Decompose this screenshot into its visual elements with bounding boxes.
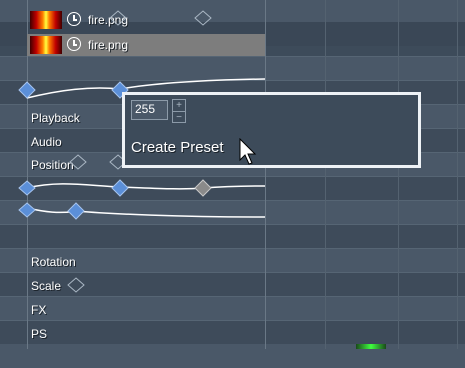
spin-down-button[interactable]: − bbox=[173, 111, 185, 123]
keyframe-outline[interactable] bbox=[69, 154, 87, 170]
keyframe-outline[interactable] bbox=[194, 10, 212, 26]
keyframe-active[interactable] bbox=[18, 202, 36, 218]
preset-popup: 255 + − Create Preset bbox=[122, 92, 421, 168]
status-indicator bbox=[356, 344, 386, 349]
keyframe-active[interactable] bbox=[18, 180, 36, 196]
keyframe-curves bbox=[18, 10, 266, 293]
value-input[interactable]: 255 bbox=[131, 100, 168, 120]
create-preset-menu-item[interactable]: Create Preset bbox=[131, 139, 224, 156]
value-spinner[interactable]: + − bbox=[172, 99, 186, 123]
keyframe-active[interactable] bbox=[18, 81, 36, 99]
keyframe-outline[interactable] bbox=[109, 10, 127, 26]
mouse-pointer-icon bbox=[239, 138, 257, 165]
spin-up-button[interactable]: + bbox=[173, 100, 185, 111]
timeline-editor: fire.png fire.png Playback Audio Positio… bbox=[0, 0, 465, 368]
keyframe-inactive[interactable] bbox=[194, 179, 212, 197]
keyframe-outline[interactable] bbox=[67, 277, 85, 293]
keyframe-active[interactable] bbox=[111, 179, 129, 197]
keyframe-active[interactable] bbox=[67, 202, 85, 220]
